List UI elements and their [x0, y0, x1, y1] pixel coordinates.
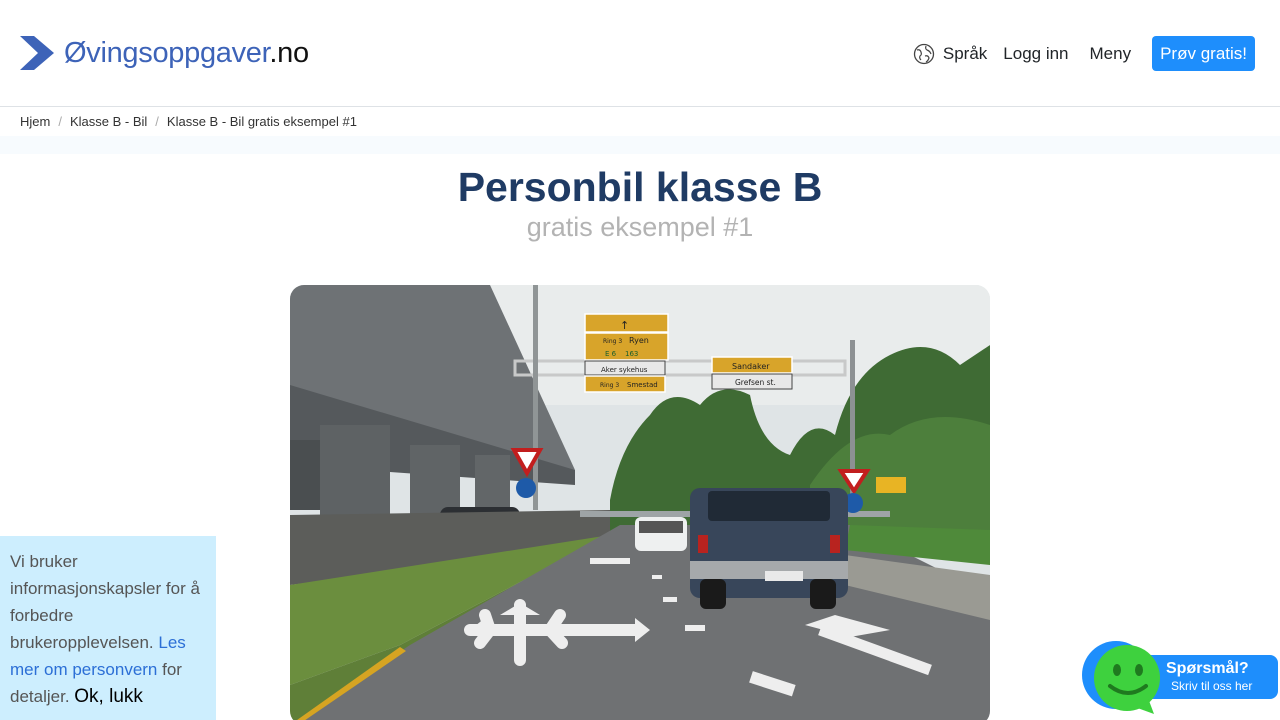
logo-text: Øvingsoppgaver.no [64, 37, 309, 69]
sign-e6: E 6 [605, 350, 617, 358]
sign-sandaker: Sandaker [732, 362, 770, 371]
site-logo[interactable]: Øvingsoppgaver.no [20, 36, 309, 70]
try-free-button[interactable]: Prøv gratis! [1152, 36, 1255, 71]
sign-163: 163 [625, 350, 638, 358]
section-band [0, 136, 1280, 154]
site-header: Øvingsoppgaver.no Språk Logg inn Meny Pr… [0, 0, 1280, 107]
globe-icon [913, 43, 935, 64]
question-image: ↑ Ring 3 Ryen E 6 163 Aker sykehus Ring … [290, 285, 990, 720]
chat-widget[interactable]: Spørsmål? Skriv til oss her [1082, 640, 1280, 720]
page-title: Personbil klasse B [457, 164, 823, 210]
breadcrumb-current: Klasse B - Bil gratis eksempel #1 [166, 114, 357, 129]
breadcrumb-home[interactable]: Hjem [20, 114, 50, 129]
chat-subtitle: Skriv til oss her [1171, 679, 1253, 693]
breadcrumb-separator: / [155, 114, 159, 129]
sign-grefsen: Grefsen st. [735, 378, 776, 387]
sign-ring-ryen: Ring 3 [603, 338, 622, 345]
breadcrumb: Hjem / Klasse B - Bil / Klasse B - Bil g… [20, 114, 357, 129]
language-button[interactable]: Språk [913, 43, 987, 65]
sign-arrow: ↑ [620, 319, 629, 332]
chevron-logo-icon [20, 36, 54, 70]
menu-link[interactable]: Meny [1090, 44, 1132, 64]
sign-smestad: Smestad [627, 381, 658, 389]
main-nav: Språk Logg inn Meny Prøv gratis! [913, 36, 1255, 71]
sign-ryen: Ryen [629, 336, 649, 345]
cookie-ok-button[interactable]: Ok, lukk [74, 686, 143, 707]
breadcrumb-category[interactable]: Klasse B - Bil [70, 114, 147, 129]
login-link[interactable]: Logg inn [1003, 44, 1068, 64]
smiley-chat-icon [1082, 641, 1160, 714]
cookie-banner: Vi bruker informasjonskapsler for å forb… [0, 536, 216, 720]
language-label: Språk [942, 43, 988, 63]
sign-ring-smestad: Ring 3 [600, 382, 619, 389]
breadcrumb-separator: / [58, 114, 62, 129]
chat-title: Spørsmål? [1166, 660, 1249, 677]
sign-aker: Aker sykehus [601, 366, 648, 374]
page-subtitle: gratis eksempel #1 [526, 212, 754, 242]
